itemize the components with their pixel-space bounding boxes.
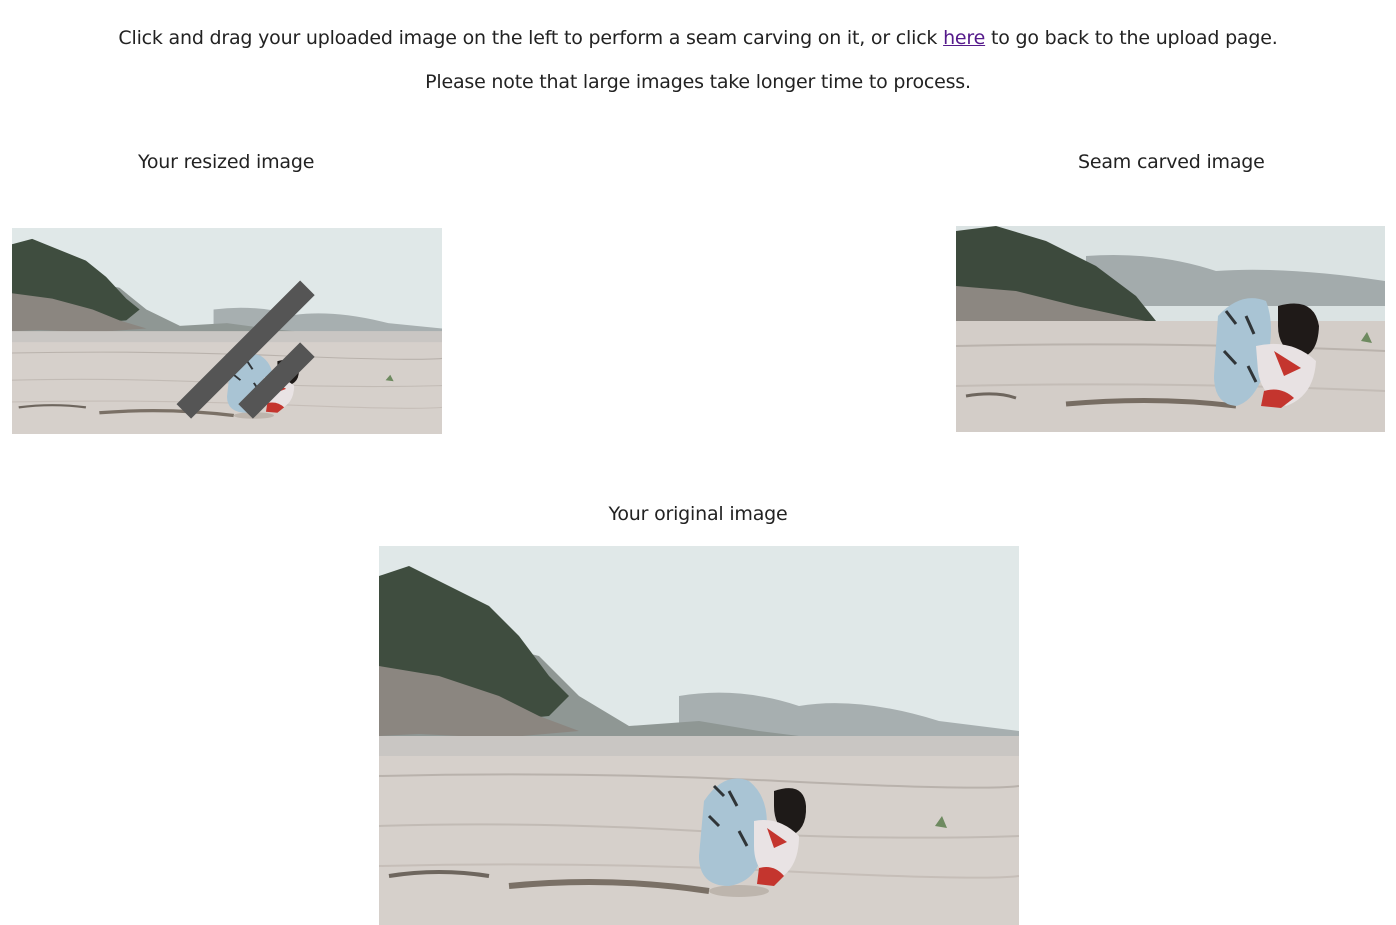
resizable-image[interactable] xyxy=(12,228,442,434)
instructions-after-link: to go back to the upload page. xyxy=(985,27,1278,49)
instructions-before-link: Click and drag your uploaded image on th… xyxy=(118,27,944,49)
original-image-caption: Your original image xyxy=(608,503,788,525)
back-to-upload-link[interactable]: here xyxy=(943,27,985,49)
resized-image-caption: Your resized image xyxy=(138,151,315,173)
seam-carved-image xyxy=(956,226,1385,432)
processing-note: Please note that large images take longe… xyxy=(425,71,971,93)
resize-handle-icon[interactable] xyxy=(12,228,440,432)
original-beach-photo xyxy=(379,546,1019,925)
seam-carving-page: Click and drag your uploaded image on th… xyxy=(0,0,1396,925)
carved-image-caption: Seam carved image xyxy=(1078,151,1265,173)
carved-beach-photo xyxy=(956,226,1385,432)
instructions-text: Click and drag your uploaded image on th… xyxy=(0,26,1396,50)
original-image xyxy=(379,546,1019,925)
